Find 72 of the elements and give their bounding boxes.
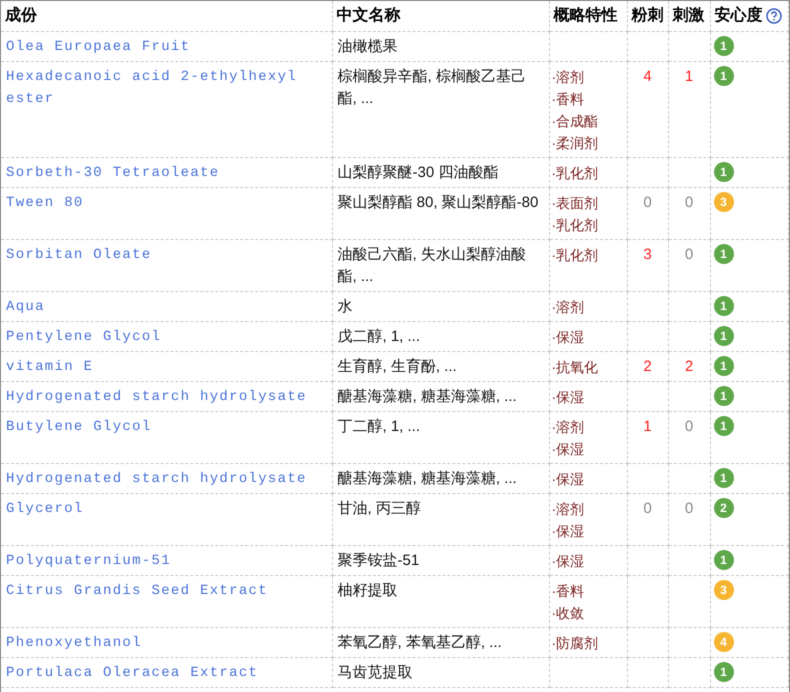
safety-badge: 1 — [714, 468, 734, 488]
trait-text: ·防腐剂 — [552, 634, 600, 652]
safety-badge: 1 — [714, 662, 734, 682]
column-header: 安心度 — [714, 5, 762, 26]
chinese-name: 甘油, 丙三醇 — [338, 498, 422, 518]
safety-badge: 1 — [714, 36, 734, 56]
trait-text: ·柔润剂 — [552, 134, 600, 152]
score-text: 1 — [643, 418, 652, 434]
chinese-name: 苯氧乙醇, 苯氧基乙醇, ... — [338, 632, 503, 652]
trait-text: ·保湿 — [552, 522, 586, 540]
safety-badge: 1 — [714, 162, 734, 182]
safety-badge: 4 — [714, 632, 734, 652]
trait-text: ·乳化剂 — [552, 246, 600, 264]
chinese-name: 油橄榄果 — [338, 36, 398, 56]
safety-badge: 1 — [714, 296, 734, 316]
score-text: 0 — [684, 194, 694, 210]
trait-text: ·表面剂 — [552, 194, 600, 212]
help-icon[interactable] — [766, 8, 782, 24]
score-text: 1 — [684, 68, 694, 84]
chinese-name: 聚季铵盐-51 — [338, 550, 420, 570]
chinese-name: 水 — [338, 296, 354, 316]
chinese-name: 马齿苋提取 — [338, 662, 414, 682]
score-text: 0 — [684, 418, 694, 434]
chinese-name: 戊二醇, 1, ... — [338, 326, 422, 346]
score-text: 0 — [643, 194, 652, 210]
chinese-name: 山梨醇聚醚-30 四油酸酯 — [338, 162, 500, 182]
score-text: 2 — [643, 358, 652, 374]
trait-text: ·收敛 — [552, 604, 586, 622]
chinese-name: 醣基海藻糖, 糖基海藻糖, ... — [338, 468, 518, 488]
safety-badge: 1 — [714, 66, 734, 86]
trait-text: ·乳化剂 — [552, 216, 600, 234]
safety-badge: 1 — [714, 244, 734, 264]
safety-badge: 2 — [714, 498, 734, 518]
score-text: 3 — [643, 246, 652, 262]
score-text: 0 — [684, 246, 694, 262]
chinese-name: 生育醇, 生育酚, ... — [338, 356, 458, 376]
trait-text: ·保湿 — [552, 470, 586, 488]
score-text: 4 — [643, 68, 652, 84]
column-header: 刺激 — [672, 6, 704, 26]
trait-text: ·合成酯 — [552, 112, 600, 130]
safety-badge: 3 — [714, 580, 734, 600]
trait-text: ·保湿 — [552, 388, 586, 406]
safety-badge: 1 — [714, 326, 734, 346]
trait-text: ·溶剂 — [552, 500, 586, 518]
chinese-name: 棕榈酸异辛酯, 棕榈酸乙基己酯, ... — [338, 66, 527, 108]
column-header: 成份 — [5, 6, 37, 26]
trait-text: ·保湿 — [552, 440, 586, 458]
chinese-name: 丁二醇, 1, ... — [338, 416, 422, 436]
trait-text: ·香料 — [552, 582, 586, 600]
trait-text: ·乳化剂 — [552, 164, 600, 182]
trait-text: ·溶剂 — [552, 418, 586, 436]
column-header: 中文名称 — [336, 5, 400, 26]
safety-badge: 1 — [714, 386, 734, 406]
chinese-name: 油酸己六酯, 失水山梨醇油酸酯, ... — [338, 244, 527, 286]
column-header: 概略特性 — [554, 6, 618, 26]
safety-badge: 1 — [714, 550, 734, 570]
chinese-name: 柚籽提取 — [338, 580, 398, 600]
chinese-name: 醣基海藻糖, 糖基海藻糖, ... — [338, 386, 518, 406]
trait-text: ·溶剂 — [552, 68, 586, 86]
trait-text: ·保湿 — [552, 552, 586, 570]
safety-badge: 3 — [714, 192, 734, 212]
trait-text: ·溶剂 — [552, 298, 586, 316]
trait-text: ·保湿 — [552, 328, 586, 346]
trait-text: ·香料 — [552, 90, 586, 108]
column-header: 粉刺 — [632, 6, 664, 26]
trait-text: ·抗氧化 — [552, 358, 600, 376]
score-text: 2 — [684, 358, 694, 374]
safety-badge: 1 — [714, 356, 734, 376]
safety-badge: 1 — [714, 416, 734, 436]
score-text: 0 — [684, 500, 694, 516]
chinese-name: 聚山梨醇酯 80, 聚山梨醇酯-80 — [338, 192, 540, 212]
score-text: 0 — [643, 500, 652, 516]
